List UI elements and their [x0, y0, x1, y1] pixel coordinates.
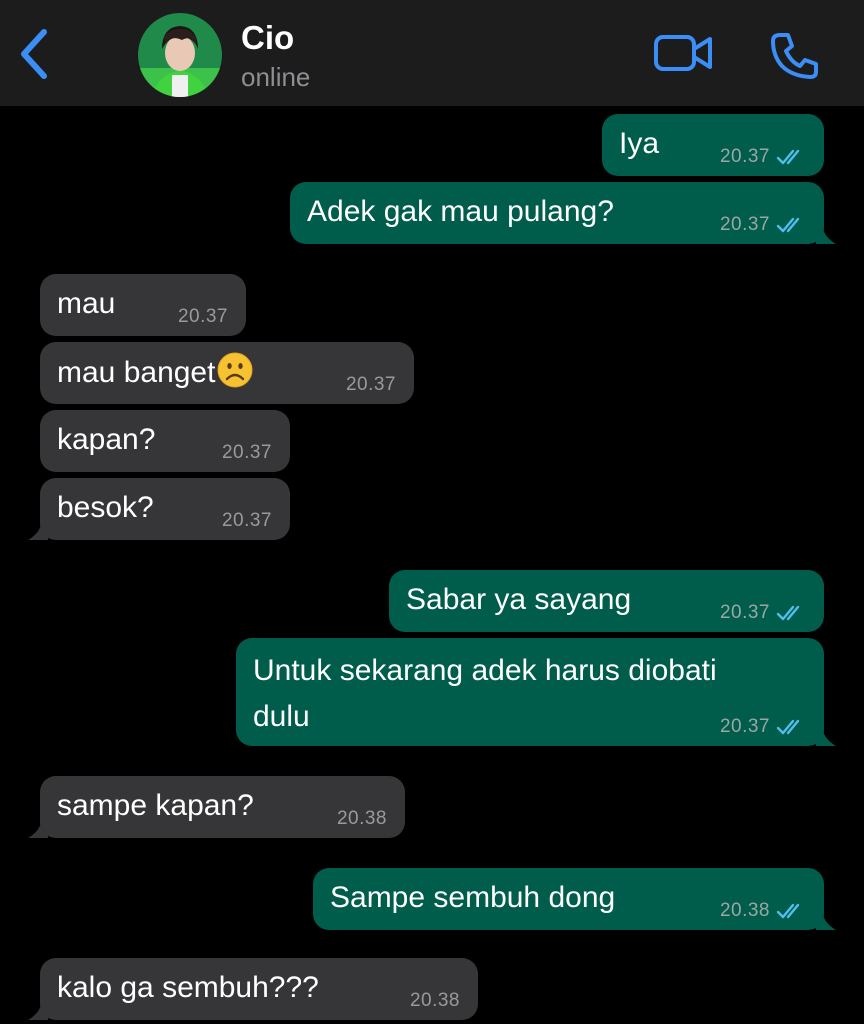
message-meta: 20.37	[720, 214, 806, 236]
double-check-icon	[776, 719, 800, 735]
message-outgoing[interactable]: Sampe sembuh dong 20.38	[313, 868, 836, 930]
message-meta: 20.38	[720, 900, 806, 922]
message-incoming[interactable]: kalo ga sembuh??? 20.38	[28, 958, 478, 1020]
message-meta: 20.38	[337, 808, 387, 830]
bubble-tail	[816, 724, 836, 746]
bubble-tail	[28, 816, 48, 838]
voice-call-button[interactable]	[768, 30, 820, 82]
message-text: mau	[57, 287, 116, 320]
message-text-line-2: dulu	[253, 700, 310, 733]
message-outgoing[interactable]: Sabar ya sayang 20.37	[389, 570, 824, 632]
message-text-line-1: Untuk sekarang adek harus diobati	[253, 654, 717, 687]
message-time: 20.37	[177, 306, 228, 327]
message-text: Untuk sekarang adek harus diobati dulu	[253, 648, 717, 740]
message-outgoing[interactable]: Adek gak mau pulang? 20.37	[290, 182, 836, 244]
message-incoming[interactable]: besok? 20.37	[28, 478, 290, 540]
message-time: 20.37	[719, 716, 770, 737]
message-time: 20.37	[345, 374, 396, 395]
frowning-face-emoji-icon	[217, 352, 253, 388]
message-meta: 20.37	[720, 146, 806, 168]
message-text: kalo ga sembuh???	[57, 971, 319, 1004]
avatar[interactable]	[138, 13, 222, 97]
message-text: besok?	[57, 491, 154, 524]
chat-header: Cio online	[0, 0, 864, 106]
message-incoming[interactable]: mau 20.37	[40, 274, 246, 336]
bubble-tail	[816, 222, 836, 244]
contact-status: online	[241, 62, 311, 92]
message-meta: 20.38	[410, 990, 460, 1012]
message-text: Sampe sembuh dong	[330, 881, 616, 914]
contact-name[interactable]: Cio	[241, 19, 294, 57]
double-check-icon	[776, 903, 800, 919]
message-meta: 20.37	[178, 306, 228, 328]
back-button[interactable]	[14, 26, 58, 82]
message-text: kapan?	[57, 423, 156, 456]
message-time: 20.37	[719, 602, 770, 623]
double-check-icon	[776, 605, 800, 621]
message-text: mau banget	[57, 352, 253, 393]
message-time: 20.38	[336, 808, 387, 829]
message-incoming[interactable]: mau banget 20.37	[40, 342, 414, 404]
message-time: 20.37	[719, 146, 770, 167]
message-time: 20.38	[719, 900, 770, 921]
message-meta: 20.37	[720, 716, 806, 738]
message-text: sampe kapan?	[57, 789, 254, 822]
double-check-icon	[776, 149, 800, 165]
message-meta: 20.37	[720, 602, 806, 624]
message-meta: 20.37	[222, 442, 272, 464]
double-check-icon	[776, 217, 800, 233]
message-meta: 20.37	[222, 510, 272, 532]
message-incoming[interactable]: kapan? 20.37	[40, 410, 290, 472]
message-text-content: mau banget	[57, 356, 216, 389]
avatar-photo	[138, 13, 222, 97]
message-meta: 20.37	[346, 374, 396, 396]
message-outgoing[interactable]: Untuk sekarang adek harus diobati dulu 2…	[236, 638, 836, 746]
message-time: 20.37	[221, 442, 272, 463]
message-text: Iya	[619, 127, 660, 160]
message-time: 20.38	[409, 990, 460, 1011]
video-camera-icon	[654, 35, 712, 71]
bubble-tail	[28, 998, 48, 1020]
message-time: 20.37	[719, 214, 770, 235]
message-incoming[interactable]: sampe kapan? 20.38	[28, 776, 405, 838]
phone-icon	[771, 33, 818, 79]
message-text: Sabar ya sayang	[406, 583, 632, 616]
message-text: Adek gak mau pulang?	[307, 195, 614, 228]
bubble-tail	[28, 518, 48, 540]
message-outgoing[interactable]: Iya 20.37	[602, 114, 824, 176]
video-call-button[interactable]	[652, 32, 716, 76]
bubble-tail	[816, 908, 836, 930]
chevron-left-icon	[21, 29, 47, 79]
message-time: 20.37	[221, 510, 272, 531]
